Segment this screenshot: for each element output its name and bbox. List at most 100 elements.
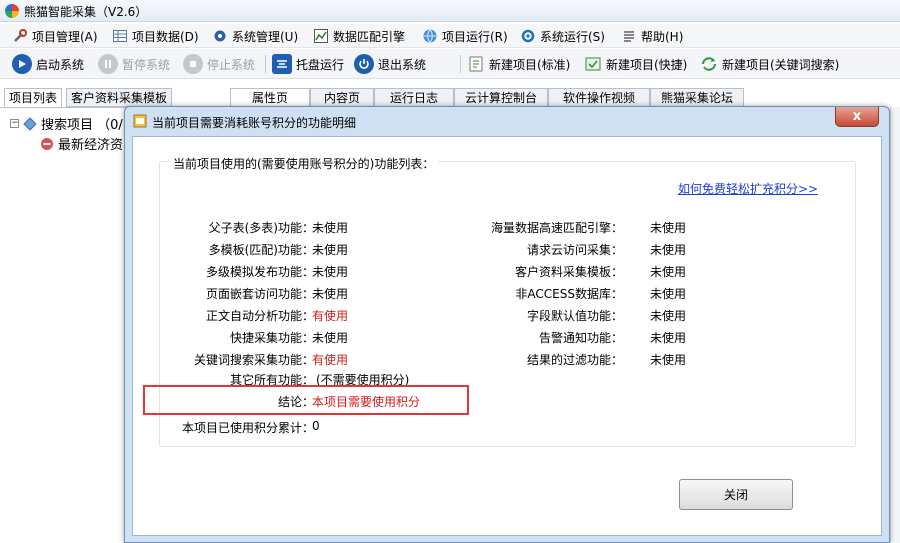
chart-icon [314, 29, 328, 43]
feature-label: 非ACCESS数据库： [515, 287, 623, 301]
menu-project-manage[interactable]: 项目管理(A) [12, 26, 98, 46]
gear-icon [214, 30, 226, 42]
tab-content[interactable]: 内容页 [310, 88, 374, 107]
close-icon[interactable]: x [835, 107, 879, 127]
tree-node-project[interactable]: 最新经济资 [40, 134, 123, 153]
toolbar: 启动系统 暂停系统 停止系统 托盘运行 退出系统 新建项目(标准) 新建项目(快… [0, 49, 900, 79]
feature-status-used: 有使用 [312, 309, 349, 323]
tab-cloud-console[interactable]: 云计算控制台 [454, 88, 548, 107]
help-doc-icon [624, 31, 634, 42]
menu-project-run[interactable]: 项目运行(R) [422, 26, 508, 46]
menu-project-data[interactable]: 项目数据(D) [112, 26, 199, 46]
feature-label: 客户资料采集模板： [514, 265, 623, 279]
menu-label: 系统管理(U) [232, 29, 299, 44]
menu-label: 项目数据(D) [132, 29, 199, 44]
menu-label: 项目管理(A) [32, 29, 98, 44]
new-project-standard-button[interactable]: 新建项目(标准) [467, 53, 570, 75]
tray-icon [272, 54, 292, 74]
stop-system-button[interactable]: 停止系统 [183, 53, 255, 75]
tab-customer-template[interactable]: 客户资料采集模板 [66, 88, 173, 107]
dialog-title: 当前项目需要消耗账号积分的功能明细 [152, 116, 357, 130]
new-document-icon [469, 56, 483, 72]
feature-label: 结果的过滤功能： [526, 353, 623, 367]
pause-system-label: 暂停系统 [122, 57, 171, 72]
menu-system-manage[interactable]: 系统管理(U) [212, 26, 298, 46]
app-title: 熊猫智能采集（V2.6） [24, 5, 148, 19]
new-project-quick-label: 新建项目(快捷) [606, 57, 688, 72]
window-title-bar: 熊猫智能采集（V2.6） [0, 0, 900, 22]
new-project-standard-label: 新建项目(标准) [489, 57, 571, 72]
feature-status-unused: 未使用 [650, 265, 687, 279]
conclusion-value: 本项目需要使用积分 [312, 395, 421, 409]
refresh-search-icon [702, 57, 716, 71]
tab-properties[interactable]: 属性页 [230, 88, 310, 107]
toolbar-divider [265, 55, 266, 73]
total-points-label: 本项目已使用积分累计： [181, 421, 314, 435]
table-icon [113, 30, 127, 42]
start-system-button[interactable]: 启动系统 [12, 53, 84, 75]
feature-label: 告警通知功能： [538, 331, 623, 345]
stopped-icon [41, 137, 53, 150]
tree-child-label: 最新经济资 [58, 138, 124, 153]
feature-status-unused: 未使用 [650, 353, 687, 367]
feature-label: 父子表(多表)功能： [208, 221, 314, 235]
new-quick-icon [585, 57, 601, 71]
feature-status-unused: 未使用 [650, 287, 687, 301]
new-project-keyword-button[interactable]: 新建项目(关键词搜索) [700, 53, 839, 75]
feature-status-used: 有使用 [312, 353, 349, 367]
feature-label: 快捷采集功能： [229, 331, 314, 345]
feature-status-unused: 未使用 [650, 309, 687, 323]
dialog-title-bar: 当前项目需要消耗账号积分的功能明细 x [125, 107, 889, 135]
feature-status-unused: 未使用 [650, 331, 687, 345]
new-project-keyword-label: 新建项目(关键词搜索) [722, 57, 840, 72]
new-project-quick-button[interactable]: 新建项目(快捷) [584, 53, 687, 75]
tab-run-log[interactable]: 运行日志 [374, 88, 454, 107]
wrench-icon [14, 29, 27, 42]
play-icon [12, 54, 32, 74]
menu-help[interactable]: 帮助(H) [621, 26, 683, 46]
exit-system-button[interactable]: 退出系统 [354, 53, 426, 75]
tab-forum[interactable]: 熊猫采集论坛 [650, 88, 744, 107]
pause-icon [98, 54, 118, 74]
exit-system-label: 退出系统 [378, 57, 427, 72]
feature-label: 海量数据高速匹配引擎： [490, 221, 623, 235]
tray-run-button[interactable]: 托盘运行 [272, 53, 344, 75]
tab-project-list[interactable]: 项目列表 [4, 88, 63, 107]
menu-system-run[interactable]: 系统运行(S) [520, 26, 605, 46]
feature-status-unused: 未使用 [312, 221, 349, 235]
feature-label: 正文自动分析功能： [205, 309, 314, 323]
stop-system-label: 停止系统 [207, 57, 256, 72]
tree-root-label: 搜索项目 （0/ [41, 118, 123, 133]
cog-run-icon [521, 29, 535, 43]
dialog-app-icon [133, 114, 147, 128]
tree-node-search-projects[interactable]: − 搜索项目 （0/ [10, 114, 123, 133]
expand-points-link[interactable]: 如何免费轻松扩充积分>> [678, 180, 818, 197]
points-detail-dialog: 当前项目需要消耗账号积分的功能明细 x 当前项目使用的(需要使用账号积分的)功能… [124, 106, 890, 543]
menu-label: 帮助(H) [641, 29, 684, 44]
close-button[interactable]: 关闭 [679, 479, 793, 510]
panda-logo-icon [5, 4, 19, 18]
menu-label: 数据匹配引擎 [333, 29, 406, 44]
feature-status-unused: 未使用 [312, 243, 349, 257]
feature-label: 多模板(匹配)功能： [208, 243, 314, 257]
collapse-icon[interactable]: − [10, 119, 19, 128]
feature-status-unused: 未使用 [312, 331, 349, 345]
feature-label: 页面嵌套访问功能： [205, 287, 314, 301]
menu-label: 系统运行(S) [540, 29, 605, 44]
feature-label: 请求云访问采集： [526, 243, 623, 257]
stop-icon [183, 54, 203, 74]
tray-run-label: 托盘运行 [296, 57, 345, 72]
menu-label: 项目运行(R) [442, 29, 508, 44]
background-panel-edge [890, 107, 900, 543]
globe-icon [423, 29, 437, 43]
pause-system-button[interactable]: 暂停系统 [98, 53, 170, 75]
tab-video[interactable]: 软件操作视频 [548, 88, 650, 107]
feature-label: 关键词搜索采集功能： [193, 353, 314, 367]
toolbar-divider [460, 55, 461, 73]
power-icon [354, 54, 374, 74]
feature-status-unused: 未使用 [650, 243, 687, 257]
menu-match-engine[interactable]: 数据匹配引擎 [313, 26, 405, 46]
conclusion-label: 结论： [277, 395, 314, 409]
search-project-icon [23, 116, 37, 131]
feature-label: 字段默认值功能： [526, 309, 623, 323]
